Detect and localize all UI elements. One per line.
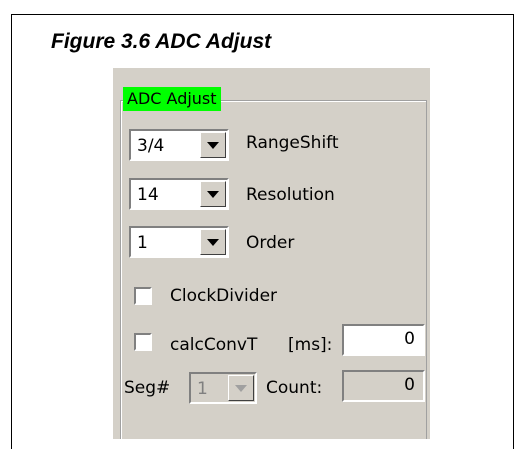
figure-caption: Figure 3.6 ADC Adjust: [51, 30, 272, 53]
calc-conv-input[interactable]: 0: [342, 324, 425, 356]
range-shift-dropdown-button[interactable]: [200, 132, 226, 158]
range-shift-value: 3/4: [137, 136, 165, 156]
calc-conv-checkbox[interactable]: [134, 333, 152, 351]
clock-divider-checkbox[interactable]: [134, 287, 152, 305]
resolution-value: 14: [137, 185, 159, 205]
calc-conv-label[interactable]: calcConvT: [170, 334, 257, 356]
resolution-dropdown-button[interactable]: [200, 181, 226, 207]
range-shift-dropdown[interactable]: 3/4: [129, 129, 229, 161]
order-dropdown[interactable]: 1: [129, 226, 229, 258]
clock-divider-label[interactable]: ClockDivider: [170, 285, 277, 307]
order-value: 1: [137, 233, 148, 253]
order-dropdown-button[interactable]: [200, 229, 226, 255]
chevron-down-icon: [235, 384, 247, 392]
calc-conv-unit-label: [ms]:: [288, 335, 333, 355]
count-label: Count:: [266, 378, 323, 398]
resolution-label: Resolution: [246, 185, 335, 205]
segment-label: Seg#: [124, 378, 171, 398]
resolution-dropdown[interactable]: 14: [129, 178, 229, 210]
order-label: Order: [246, 233, 295, 253]
chevron-down-icon: [207, 238, 219, 246]
segment-dropdown-button[interactable]: [228, 375, 254, 401]
groupbox-title: ADC Adjust: [123, 87, 221, 111]
count-field: 0: [342, 370, 425, 402]
chevron-down-icon: [207, 141, 219, 149]
range-shift-label: RangeShift: [246, 133, 339, 153]
segment-value: 1: [197, 379, 208, 399]
segment-dropdown[interactable]: 1: [189, 372, 257, 404]
chevron-down-icon: [207, 190, 219, 198]
